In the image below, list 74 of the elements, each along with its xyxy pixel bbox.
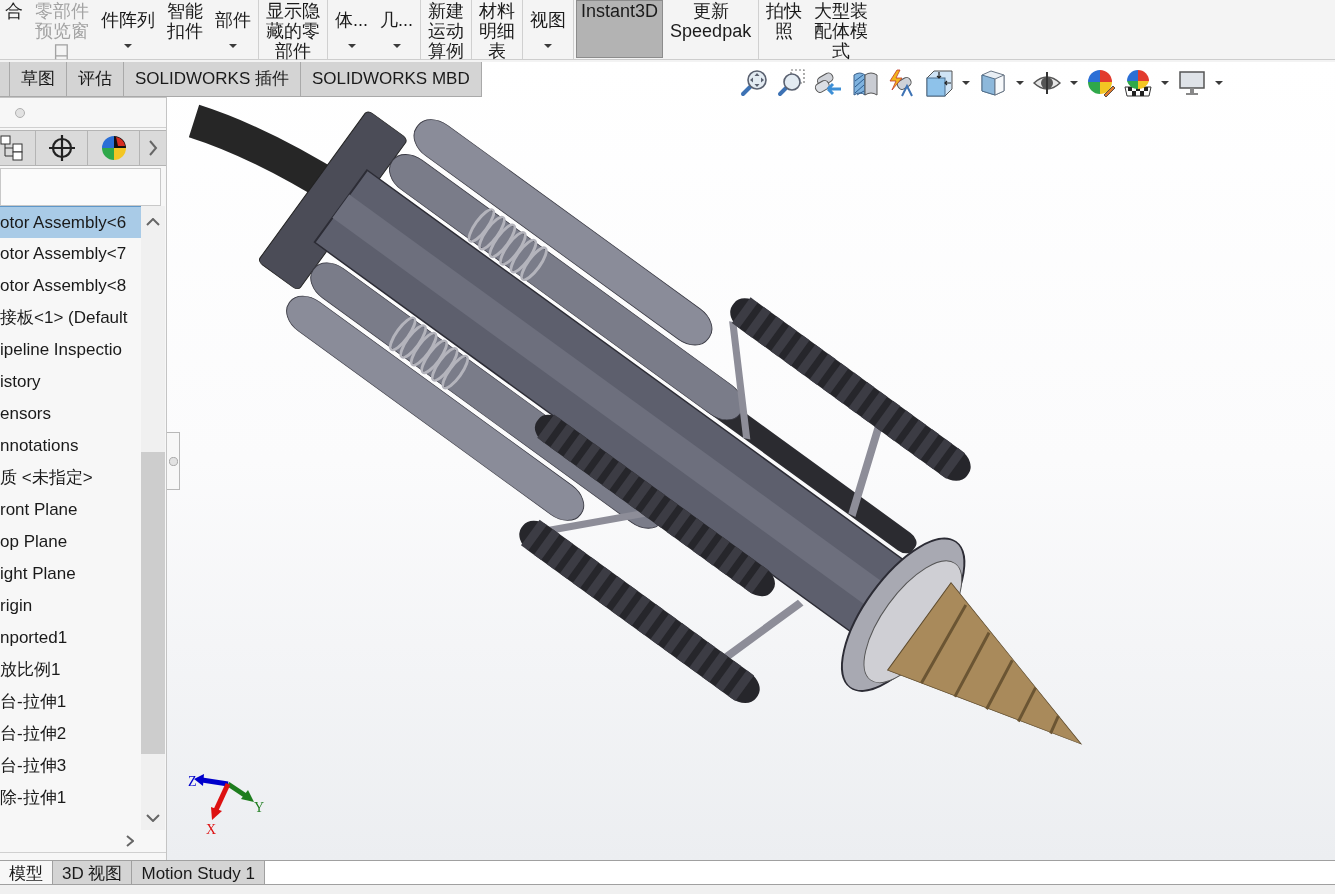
tree-item[interactable]: nnotations [0,430,141,462]
toolbar-button[interactable]: 体... [330,0,373,58]
toolbar-button[interactable]: 几... [375,0,419,58]
bottom-tab[interactable]: 模型 [0,861,53,884]
tree-item[interactable]: otor Assembly<7 [0,238,141,270]
tree-icon [0,135,24,161]
toolbar-button[interactable]: 材料 明细 表 [474,0,521,58]
axis-label: X [206,822,217,837]
panel-splitter-handle[interactable] [167,432,180,490]
toolbar-button[interactable]: 合 [0,0,28,58]
tree-item[interactable]: op Plane [0,526,141,558]
toolbar-button[interactable]: 新建 运动 算例 [423,0,470,58]
command-tab[interactable]: SOLIDWORKS MBD [300,62,482,96]
toolbar-button[interactable]: 拍快 照 [761,0,808,58]
caret-icon [962,80,970,85]
toolbar-button[interactable]: 智能 扣件 [162,0,208,58]
color-sphere-icon [100,135,127,161]
tree-item[interactable]: ipeline Inspectio [0,334,141,366]
caret-icon [124,44,132,48]
crosshair-icon [48,135,75,161]
tree-item[interactable]: 接板<1> (Default [0,302,141,334]
tree-item[interactable]: 放比例1 [0,654,141,686]
bottom-tab[interactable]: Motion Study 1 [132,861,265,884]
color-sphere-pencil-icon[interactable] [1087,68,1115,97]
bottom-tab[interactable]: 3D 视图 [53,861,133,884]
toolbar-button[interactable]: 件阵列 [96,0,160,58]
magnifier-arrows-icon[interactable] [740,68,768,97]
axis-label: Z [188,774,197,789]
command-tab[interactable]: 评估 [67,62,124,96]
tree-item[interactable]: 台-拉伸2 [0,718,141,750]
tree-item[interactable]: otor Assembly<8 [0,270,141,302]
grip-dot-icon [168,456,178,466]
caret-icon [392,44,401,48]
toolbar-button[interactable]: 视图 [525,0,572,58]
tree-item[interactable]: 质 <未指定> [0,462,141,494]
magnifier-dashed-box-icon[interactable] [777,68,805,97]
tree-item[interactable]: ront Plane [0,494,141,526]
caret-icon [544,44,553,48]
tree-item[interactable]: istory [0,366,141,398]
vertical-scrollbar[interactable] [141,206,165,830]
monitor-icon[interactable] [1178,68,1206,97]
caret-icon [229,44,237,48]
tree-item[interactable]: ensors [0,398,141,430]
command-tab[interactable]: SOLIDWORKS 插件 [124,62,301,96]
lightning-binoculars-icon[interactable] [888,68,916,97]
axis-label: Y [254,800,265,815]
toolbar-button[interactable]: Instant3D [576,0,664,58]
tree-item[interactable]: 台-拉伸1 [0,686,141,718]
scrollbar-thumb[interactable] [141,452,165,754]
toolbar-button[interactable]: 大型装 配体模 式 [809,0,874,58]
toolbar-button[interactable]: 更新 Speedpak [665,0,757,58]
tree-item[interactable]: otor Assembly<6 [0,206,141,238]
filter-field[interactable] [0,168,161,206]
color-sphere-checkerboard-icon[interactable] [1124,68,1152,97]
caret-icon [347,44,356,48]
tree-item[interactable]: nported1 [0,622,141,654]
grip-dot-icon[interactable] [15,107,25,118]
tree-item[interactable]: 除-拉伸1 [0,782,141,814]
tree-item[interactable]: ight Plane [0,558,141,590]
tree-item[interactable]: rigin [0,590,141,622]
caret-icon [1070,80,1078,85]
toolbar-button[interactable]: 部件 [210,0,256,58]
cube-arrows-icon[interactable] [925,68,953,97]
caret-icon [1016,80,1024,85]
chevron-up-icon[interactable] [146,218,160,226]
caret-icon [1161,80,1169,85]
command-tab[interactable]: 草图 [10,62,67,96]
chevron-right-icon[interactable] [148,139,158,157]
caret-icon [1215,80,1223,85]
chevron-right-icon[interactable] [126,835,134,847]
chevron-down-icon[interactable] [146,814,160,822]
tree-item[interactable]: 台-拉伸3 [0,750,141,782]
cube-icon[interactable] [979,68,1007,97]
toolbar-button[interactable]: 显示隐 藏的零 部件 [261,0,325,58]
